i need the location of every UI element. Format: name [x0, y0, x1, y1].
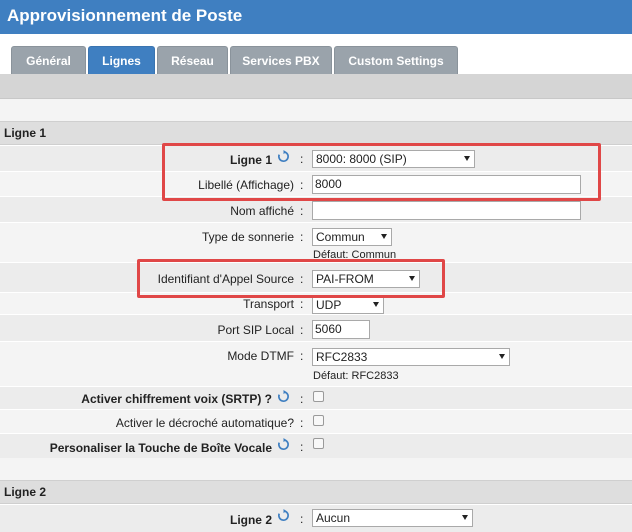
tab-services-pbx[interactable]: Services PBX: [230, 46, 332, 74]
tab-reseau[interactable]: Réseau: [157, 46, 228, 74]
refresh-icon[interactable]: [277, 390, 290, 403]
colon: :: [300, 392, 304, 406]
caller-id-source-value: PAI-FROM: [316, 272, 374, 286]
row-display-label: Libellé (Affichage) : 8000: [0, 171, 632, 196]
dtmf-mode-value: RFC2833: [316, 350, 368, 364]
colon: :: [300, 349, 304, 363]
tab-custom-settings[interactable]: Custom Settings: [334, 46, 458, 74]
window-titlebar: Approvisionnement de Poste: [0, 0, 632, 34]
tab-bar: Général Lignes Réseau Services PBX Custo…: [0, 34, 632, 74]
refresh-icon[interactable]: [277, 509, 290, 522]
line2-account-label: Ligne 2: [229, 513, 272, 527]
row-display-name: Nom affiché :: [0, 196, 632, 222]
display-label-input[interactable]: 8000: [312, 175, 581, 194]
row-caller-id-source: Identifiant d'Appel Source : PAI-FROM: [0, 262, 632, 292]
ring-type-default: Défaut: Commun: [313, 249, 397, 261]
chevron-down-icon: [373, 302, 379, 307]
caller-id-source-label: Identifiant d'Appel Source: [157, 272, 294, 286]
colon: :: [300, 178, 304, 192]
colon: :: [300, 204, 304, 218]
display-name-input[interactable]: [312, 201, 581, 220]
tab-lignes[interactable]: Lignes: [88, 46, 155, 74]
row-line2-account: Ligne 2 : Aucun: [0, 504, 632, 532]
sip-port-input[interactable]: 5060: [312, 320, 370, 339]
colon: :: [300, 416, 304, 430]
line1-account-label: Ligne 1: [229, 153, 272, 167]
colon: :: [300, 152, 304, 166]
transport-label: Transport: [243, 297, 294, 311]
colon: :: [300, 272, 304, 286]
ring-type-value: Commun: [316, 230, 365, 244]
section-header-line2: Ligne 2: [0, 480, 632, 504]
display-label-label: Libellé (Affichage): [198, 178, 294, 192]
dtmf-mode-label: Mode DTMF: [227, 349, 294, 363]
srtp-checkbox[interactable]: [313, 391, 324, 402]
sip-port-label: Port SIP Local: [217, 323, 295, 337]
srtp-label: Activer chiffrement voix (SRTP) ?: [81, 392, 272, 406]
spacer: [0, 458, 632, 480]
line1-account-select[interactable]: 8000: 8000 (SIP): [312, 150, 475, 168]
display-name-label: Nom affiché: [230, 204, 294, 218]
refresh-icon[interactable]: [277, 438, 290, 451]
row-srtp: Activer chiffrement voix (SRTP) ? :: [0, 386, 632, 409]
refresh-icon[interactable]: [277, 150, 290, 163]
transport-value: UDP: [316, 298, 342, 312]
auto-answer-label: Activer le décroché automatique?: [115, 416, 294, 430]
colon: :: [300, 440, 304, 454]
line2-account-select[interactable]: Aucun: [312, 509, 473, 527]
caller-id-source-select[interactable]: PAI-FROM: [312, 270, 420, 288]
auto-answer-checkbox[interactable]: [313, 415, 324, 426]
row-transport: Transport : UDP: [0, 292, 632, 314]
dtmf-mode-default: Défaut: RFC2833: [313, 370, 399, 382]
voicemail-key-checkbox[interactable]: [313, 438, 324, 449]
tab-general[interactable]: Général: [11, 46, 86, 74]
ring-type-select[interactable]: Commun: [312, 228, 392, 246]
chevron-down-icon: [464, 156, 470, 161]
toolbar-band: [0, 74, 632, 99]
colon: :: [300, 297, 304, 311]
window-title: Approvisionnement de Poste: [7, 6, 243, 25]
ring-type-label: Type de sonnerie: [201, 230, 294, 244]
dtmf-mode-select[interactable]: RFC2833: [312, 348, 510, 366]
chevron-down-icon: [381, 234, 387, 239]
chevron-down-icon: [499, 354, 505, 359]
voicemail-key-label: Personaliser la Touche de Boîte Vocale: [49, 441, 272, 455]
colon: :: [300, 323, 304, 337]
transport-select[interactable]: UDP: [312, 296, 384, 314]
colon: :: [300, 512, 304, 526]
section-header-line1: Ligne 1: [0, 121, 632, 145]
line1-account-value: 8000: 8000 (SIP): [316, 152, 407, 166]
row-sip-port: Port SIP Local : 5060: [0, 314, 632, 341]
spacer: [0, 99, 632, 121]
row-dtmf-mode: Mode DTMF : RFC2833 Défaut: RFC2833: [0, 341, 632, 386]
row-ring-type: Type de sonnerie : Commun Défaut: Commun: [0, 222, 632, 262]
chevron-down-icon: [462, 515, 468, 520]
line2-account-value: Aucun: [316, 511, 351, 525]
row-voicemail-key: Personaliser la Touche de Boîte Vocale :: [0, 433, 632, 458]
row-line1-account: Ligne 1 : 8000: 8000 (SIP): [0, 145, 632, 171]
colon: :: [300, 230, 304, 244]
row-auto-answer: Activer le décroché automatique? :: [0, 409, 632, 433]
chevron-down-icon: [409, 276, 415, 281]
